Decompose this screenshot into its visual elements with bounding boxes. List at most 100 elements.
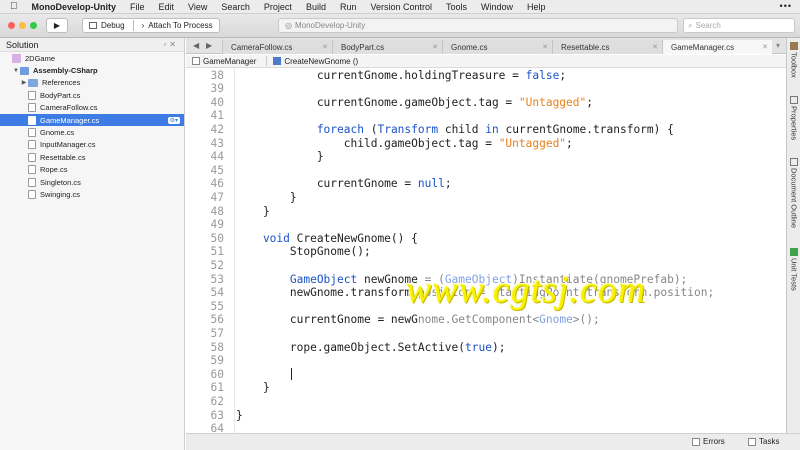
zoom-window-icon[interactable] (30, 22, 37, 29)
menu-view[interactable]: View (188, 2, 207, 12)
tab-body-part[interactable]: BodyPart.cs ✕ (332, 40, 442, 54)
properties-pad-tab[interactable]: Properties (788, 96, 800, 142)
code-editor[interactable]: 38 currentGnome.holdingTreasure = false;… (186, 68, 786, 433)
code-line[interactable]: 51 StopGnome(); (186, 245, 371, 259)
code-line[interactable]: 60 (186, 367, 236, 381)
menu-search[interactable]: Search (221, 2, 250, 12)
code-line[interactable]: 52 (186, 258, 236, 272)
options-icon[interactable]: ⚙▾ (167, 116, 180, 124)
line-number: 55 (210, 299, 224, 313)
menu-window[interactable]: Window (481, 2, 513, 12)
breadcrumb-method[interactable]: CreateNewGnome () (284, 57, 358, 66)
close-tab-icon[interactable]: ✕ (652, 43, 658, 51)
apple-icon[interactable]:  (10, 1, 18, 12)
code-line[interactable]: 38 currentGnome.holdingTreasure = false; (186, 68, 567, 82)
code-line[interactable]: 55 (186, 299, 236, 313)
target-select[interactable]: Attach To Process (148, 21, 212, 30)
collapse-icon[interactable]: ▼ (12, 68, 20, 74)
code-line[interactable]: 39 (186, 82, 236, 96)
expand-icon[interactable]: ▶ (20, 79, 28, 86)
solution-tree-item[interactable]: ▶ References (0, 77, 184, 89)
code-line[interactable]: 40 currentGnome.gameObject.tag = "Untagg… (186, 95, 593, 109)
code-line[interactable]: 64 (186, 422, 236, 433)
pad-controls[interactable]: ▫✕ (163, 40, 179, 49)
code-line[interactable]: 46 currentGnome = null; (186, 177, 452, 191)
solution-tree-item[interactable]: ▼ Assembly-CSharp (0, 64, 184, 76)
file-icon (28, 115, 36, 125)
code-token-str: "Untagged" (518, 95, 587, 109)
tab-gnome[interactable]: Gnome.cs ✕ (442, 40, 552, 54)
solution-tree-item[interactable]: Gnome.cs (0, 126, 184, 138)
menu-edit[interactable]: Edit (159, 2, 175, 12)
solution-tree-item[interactable]: Resettable.cs (0, 151, 184, 163)
run-configuration[interactable]: Debug › Attach To Process (82, 18, 220, 33)
run-button[interactable]: ▶ (46, 18, 68, 33)
menu-help[interactable]: Help (527, 2, 546, 12)
close-tab-icon[interactable]: ✕ (762, 43, 768, 51)
line-number: 48 (210, 204, 224, 218)
menu-run[interactable]: Run (340, 2, 357, 12)
line-number: 57 (210, 327, 224, 341)
app-menu[interactable]: MonoDevelop-Unity (32, 2, 117, 12)
code-line[interactable]: 41 (186, 109, 236, 123)
code-line[interactable]: 47 } (186, 190, 297, 204)
menu-version-control[interactable]: Version Control (370, 2, 432, 12)
errors-button[interactable]: Errors (692, 437, 725, 446)
tasks-button[interactable]: Tasks (748, 437, 779, 446)
line-number: 49 (210, 218, 224, 232)
code-line[interactable]: 57 (186, 326, 236, 340)
folder-icon (28, 78, 38, 87)
separator (132, 20, 134, 31)
solution-tree-item[interactable]: 2DGame (0, 52, 184, 64)
tab-camera-follow[interactable]: CameraFollow.cs ✕ (222, 40, 332, 54)
menu-build[interactable]: Build (306, 2, 326, 12)
code-text: currentGnome = null; (230, 177, 452, 190)
tab-resettable[interactable]: Resettable.cs ✕ (552, 40, 662, 54)
solution-tree-item[interactable]: Swinging.cs (0, 188, 184, 200)
code-line[interactable]: 42 foreach (Transform child in currentGn… (186, 122, 674, 136)
code-token: currentGnome.holdingTreasure = (236, 68, 526, 82)
tab-overflow-icon[interactable]: ▾ (776, 41, 780, 50)
minimize-window-icon[interactable] (19, 22, 26, 29)
code-token: } (236, 150, 324, 164)
breadcrumb-class[interactable]: GameManager (203, 57, 256, 66)
close-tab-icon[interactable]: ✕ (432, 43, 438, 51)
method-icon (273, 57, 282, 65)
code-line[interactable]: 61 } (186, 381, 270, 395)
code-line[interactable]: 49 (186, 218, 236, 232)
code-line[interactable]: 44 } (186, 150, 324, 164)
solution-tree-item[interactable]: InputManager.cs (0, 139, 184, 151)
tab-back-icon[interactable]: ◀ (193, 41, 199, 50)
code-line[interactable]: 58 rope.gameObject.SetActive(true); (186, 340, 506, 354)
menu-file[interactable]: File (130, 2, 145, 12)
solution-tree-item[interactable]: Singleton.cs (0, 176, 184, 188)
code-line[interactable]: 59 (186, 354, 236, 368)
solution-tree-item[interactable]: Rope.cs (0, 164, 184, 176)
menu-project[interactable]: Project (264, 2, 292, 12)
code-line[interactable]: 43 child.gameObject.tag = "Untagged"; (186, 136, 573, 150)
tab-game-manager[interactable]: GameManager.cs ✕ (662, 40, 772, 54)
code-line[interactable]: 62 (186, 394, 236, 408)
file-icon (28, 103, 36, 113)
menu-tools[interactable]: Tools (446, 2, 467, 12)
code-line[interactable]: 63} (186, 408, 243, 422)
solution-tree-item[interactable]: GameManager.cs ⚙▾ (0, 113, 184, 127)
code-line[interactable]: 50 void CreateNewGnome() { (186, 231, 418, 245)
close-tab-icon[interactable]: ✕ (542, 43, 548, 51)
document-outline-pad-tab[interactable]: Document Outline (788, 158, 800, 230)
toolbox-pad-tab[interactable]: Toolbox (788, 42, 800, 80)
monodevelop-icon: ◎ (285, 21, 292, 30)
solution-tree-item[interactable]: CameraFollow.cs (0, 102, 184, 114)
code-line[interactable]: 48 } (186, 204, 270, 218)
unit-tests-pad-tab[interactable]: Unit Tests (788, 248, 800, 293)
configuration-select[interactable]: Debug (101, 21, 125, 30)
tasks-label: Tasks (759, 437, 780, 446)
search-input[interactable]: ⌕ Search (683, 18, 795, 33)
more-icon[interactable]: ••• (780, 1, 792, 11)
close-window-icon[interactable] (8, 22, 15, 29)
line-number: 47 (210, 191, 224, 205)
code-line[interactable]: 45 (186, 163, 236, 177)
close-tab-icon[interactable]: ✕ (322, 43, 328, 51)
solution-tree-item[interactable]: BodyPart.cs (0, 89, 184, 101)
tab-forward-icon[interactable]: ▶ (206, 41, 212, 50)
